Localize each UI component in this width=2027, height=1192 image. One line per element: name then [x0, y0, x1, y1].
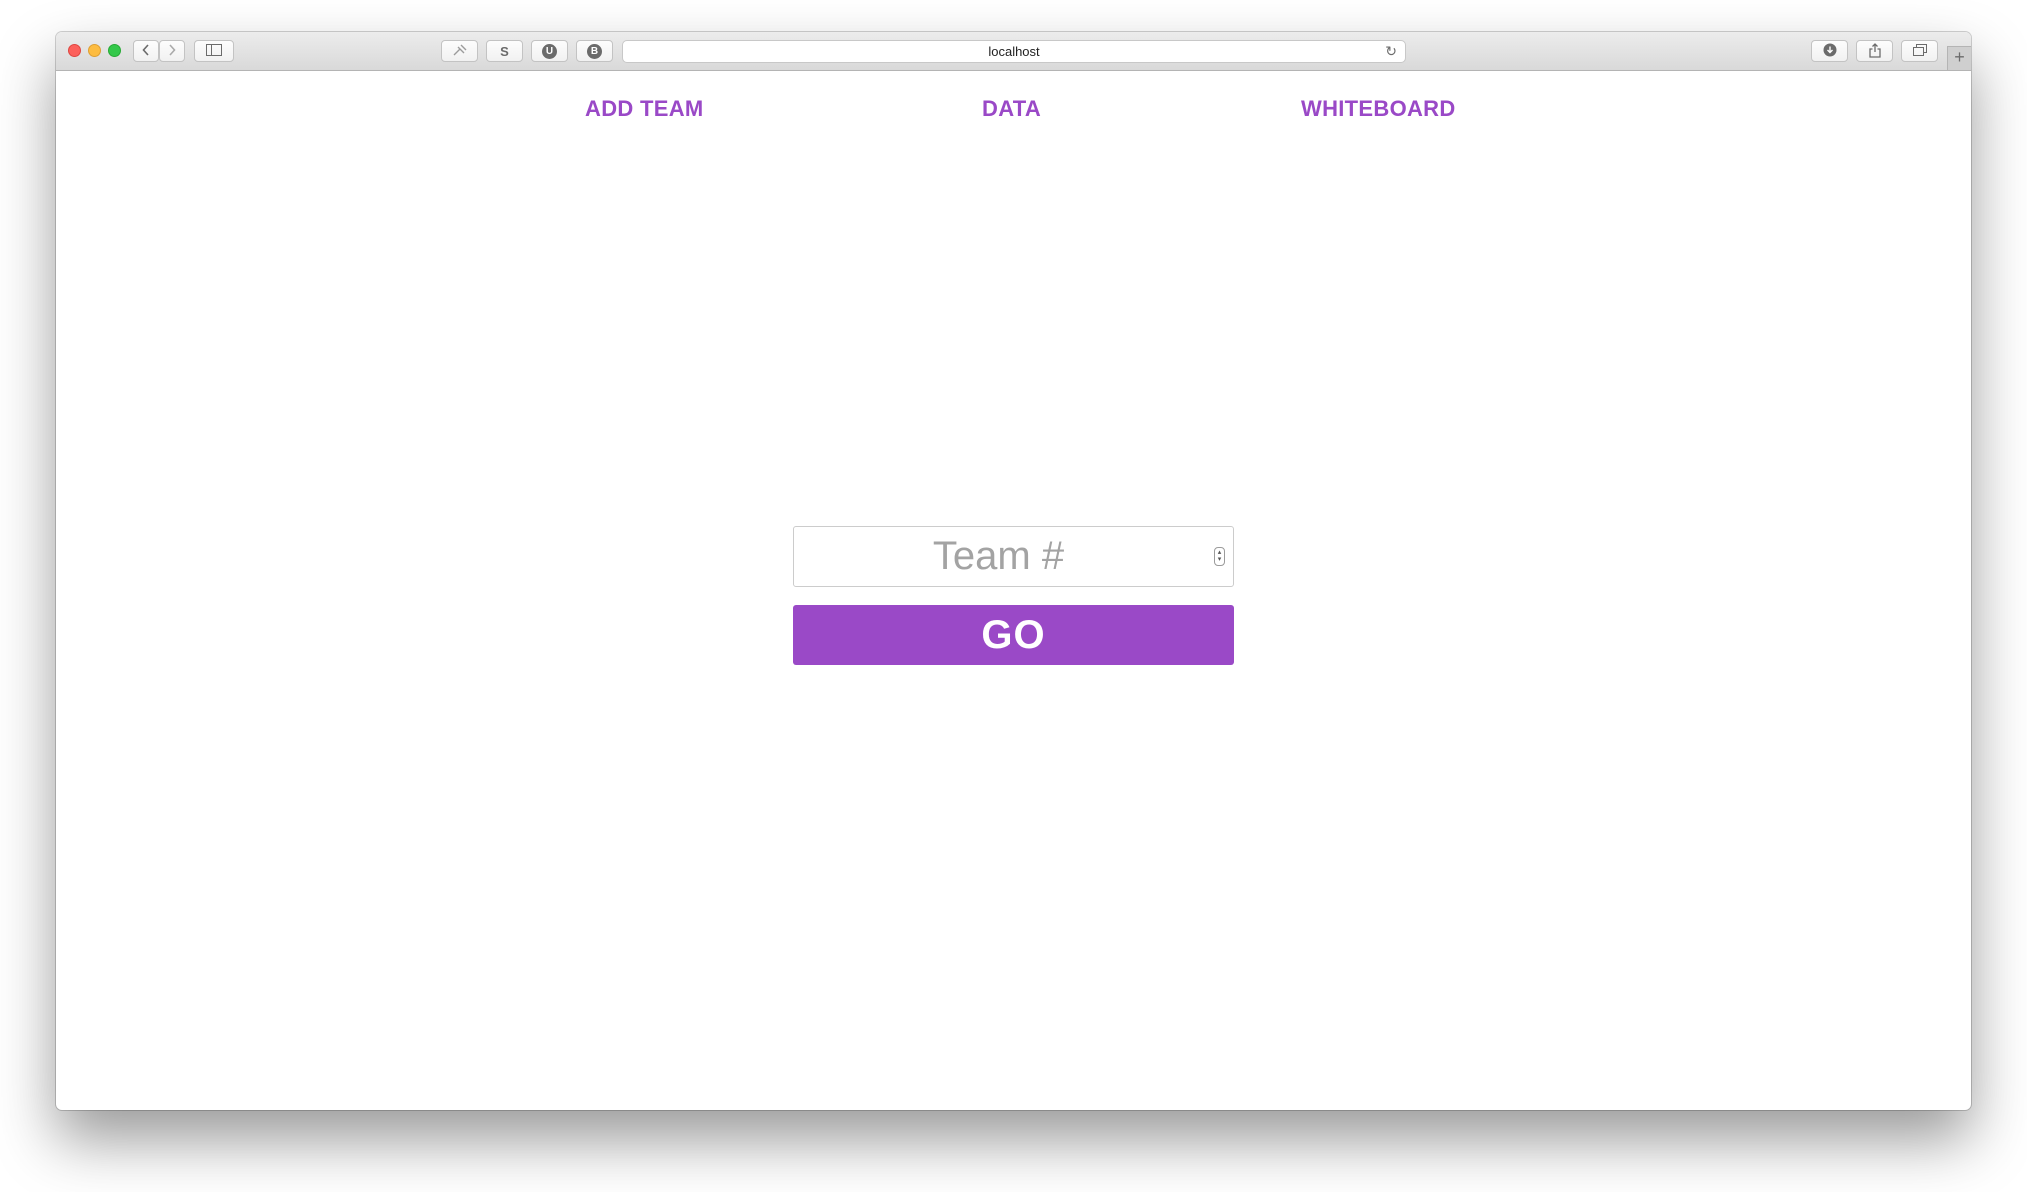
browser-toolbar: S U B localhost ↻ + [56, 32, 1971, 71]
minimize-window-icon[interactable] [88, 44, 101, 57]
nav-add-team[interactable]: ADD TEAM [585, 96, 704, 122]
address-text: localhost [988, 44, 1040, 59]
back-button[interactable] [133, 40, 159, 62]
go-button[interactable]: GO [793, 605, 1234, 665]
nav-whiteboard[interactable]: WHITEBOARD [1301, 96, 1456, 122]
b-extension-icon: B [587, 43, 602, 59]
downloads-button[interactable] [1811, 40, 1848, 62]
pin-button[interactable] [441, 40, 478, 62]
forward-button[interactable] [159, 40, 185, 62]
close-window-icon[interactable] [68, 44, 81, 57]
maximize-window-icon[interactable] [108, 44, 121, 57]
b-extension-button[interactable]: B [576, 40, 613, 62]
s-extension-icon: S [500, 43, 509, 59]
chevron-left-icon [142, 44, 150, 58]
tabs-overview-button[interactable] [1901, 40, 1938, 62]
browser-window: S U B localhost ↻ + ADD TEAM DATA WHITEB… [56, 32, 1971, 1110]
plus-icon: + [1954, 47, 1965, 67]
tabs-icon [1912, 44, 1927, 58]
u-extension-icon: U [542, 43, 557, 59]
s-extension-button[interactable]: S [486, 40, 523, 62]
sidebar-button[interactable] [194, 40, 234, 62]
team-number-input[interactable] [793, 526, 1234, 587]
download-icon [1823, 43, 1837, 59]
pin-icon [453, 44, 467, 58]
reload-icon[interactable]: ↻ [1385, 44, 1397, 59]
nav-data[interactable]: DATA [982, 96, 1041, 122]
new-tab-button[interactable]: + [1947, 46, 1971, 70]
address-bar[interactable]: localhost ↻ [622, 40, 1406, 63]
share-button[interactable] [1856, 40, 1893, 62]
sidebar-icon [206, 44, 222, 58]
share-icon [1868, 42, 1881, 60]
u-extension-button[interactable]: U [531, 40, 568, 62]
team-number-stepper[interactable]: ▴ ▾ [1214, 547, 1225, 566]
chevron-right-icon [168, 44, 176, 58]
